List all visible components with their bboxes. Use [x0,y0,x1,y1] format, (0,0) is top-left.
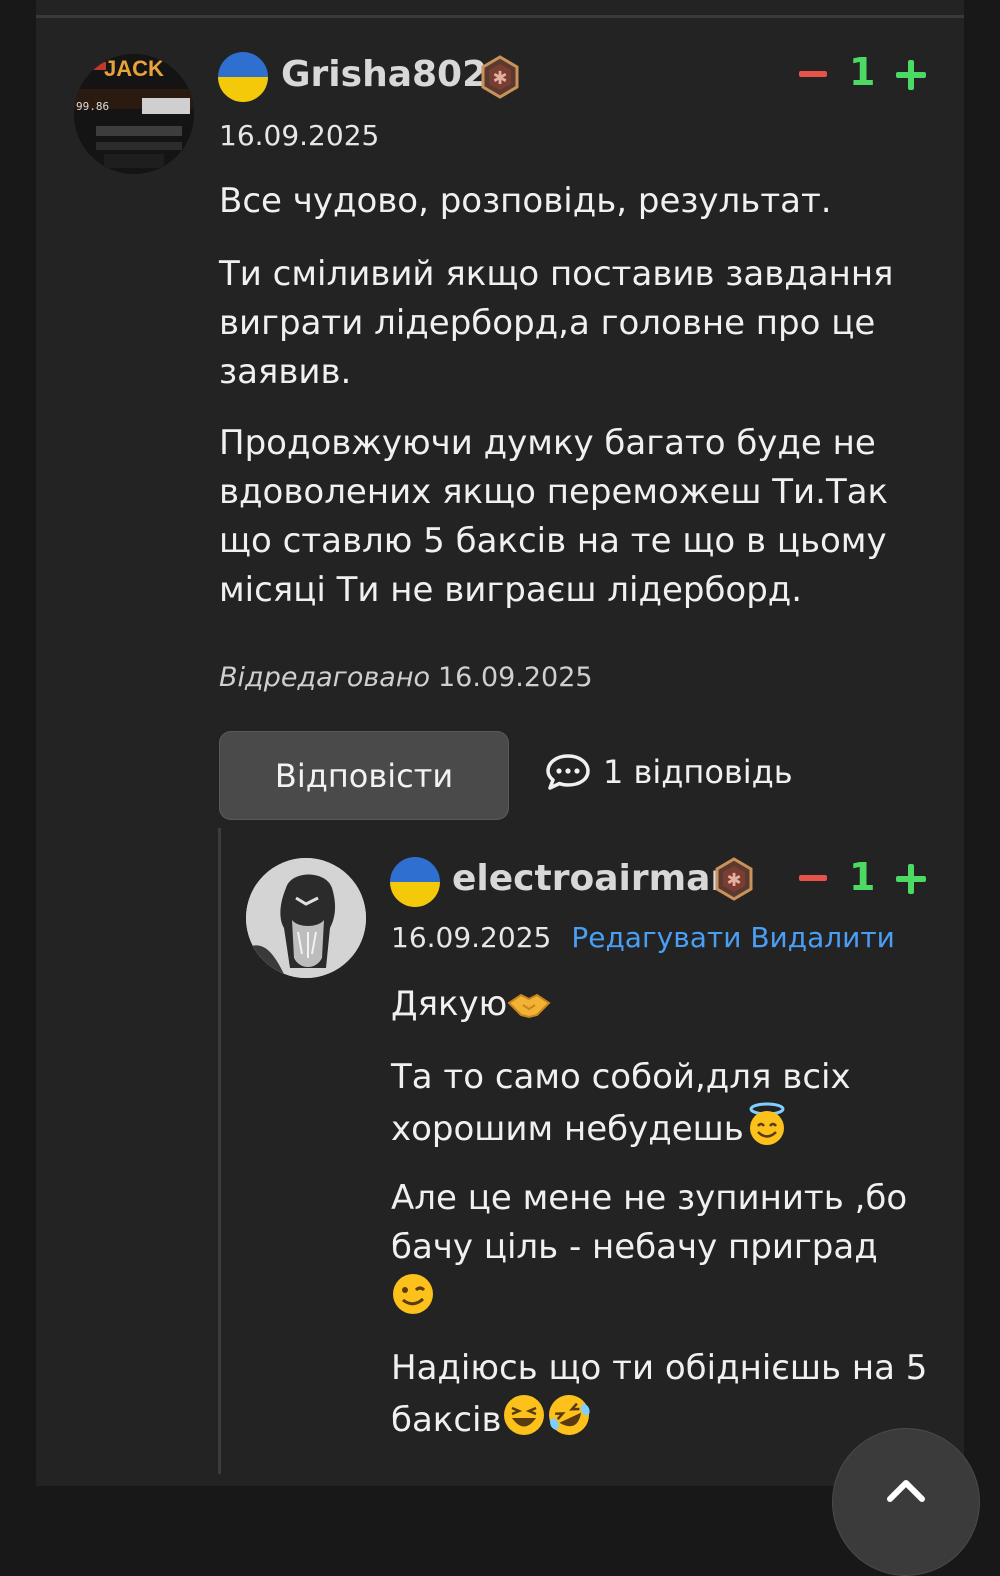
edited-date: 16.09.2025 [438,662,593,693]
reply-username[interactable]: electroairman [452,858,736,899]
delete-link[interactable]: Видалити [750,921,895,954]
rank-badge-icon: ✱ [715,857,753,901]
rank-badge-icon: ✱ [481,55,519,99]
replies-count: 1 відповідь [603,753,793,791]
upvote-button[interactable] [896,60,926,90]
speech-bubble-icon [546,754,590,790]
smiling-halo-emoji-icon [749,1102,785,1145]
ukraine-flag-icon [390,857,440,907]
comment-date: 16.09.2025 [219,119,380,152]
replies-toggle[interactable]: 1 відповідь [545,752,793,792]
vote-count: 1 [849,50,876,94]
ukraine-flag-icon [218,52,268,102]
avatar[interactable]: JACK 99.86 [74,54,194,174]
comment-paragraph: Продовжуючи думку багато буде не вдоволе… [219,423,889,610]
reply-downvote-button[interactable] [799,875,827,881]
reply-vote-count: 1 [849,855,876,899]
thread-line [218,828,221,1474]
edited-label: Відредаговано 16.09.2025 [219,662,593,693]
comment-paragraph: Ти сміливий якщо поставив завдання вигра… [219,254,894,392]
scroll-to-top-button[interactable] [832,1428,980,1576]
reply-paragraph: Але це мене не зупинить ,бо бачу ціль - … [391,1174,931,1324]
reply-avatar[interactable] [246,858,366,978]
reply-paragraph: Дякую [391,980,931,1029]
reply-paragraph: Та то само собой,для всіх хорошим небуде… [391,1053,931,1154]
edit-link[interactable]: Редагувати [571,921,741,954]
svg-text:JACK: JACK [104,56,164,81]
svg-text:99.86: 99.86 [76,100,109,113]
arrow-up-icon [887,1480,925,1502]
svg-text:✱: ✱ [492,68,507,89]
reply-paragraph-text: Дякую [391,984,508,1024]
reply-paragraph: Надіюсь що ти обіднієшь на 5 баксів [391,1344,931,1445]
reply-paragraph-text: Надіюсь що ти обіднієшь на 5 баксів [391,1348,928,1440]
winking-face-emoji-icon [393,1274,433,1314]
divider [36,15,964,18]
reply-meta: 16.09.2025 Редагувати Видалити [391,921,895,954]
downvote-button[interactable] [799,71,827,77]
svg-text:✱: ✱ [726,870,741,891]
username[interactable]: Grisha802 [281,54,487,95]
reply-paragraph-text: Але це мене не зупинить ,бо бачу ціль - … [391,1178,908,1267]
reply-date: 16.09.2025 [391,921,552,954]
edited-text: Відредаговано [219,662,430,693]
handshake-emoji-icon [507,993,551,1019]
comment-paragraph: Все чудово, розповідь, результат. [219,181,832,221]
laughing-face-emoji-icon [503,1395,544,1435]
rolling-laughing-emoji-icon [548,1395,590,1435]
reply-button[interactable]: Відповісти [219,731,509,820]
reply-upvote-button[interactable] [896,864,926,894]
